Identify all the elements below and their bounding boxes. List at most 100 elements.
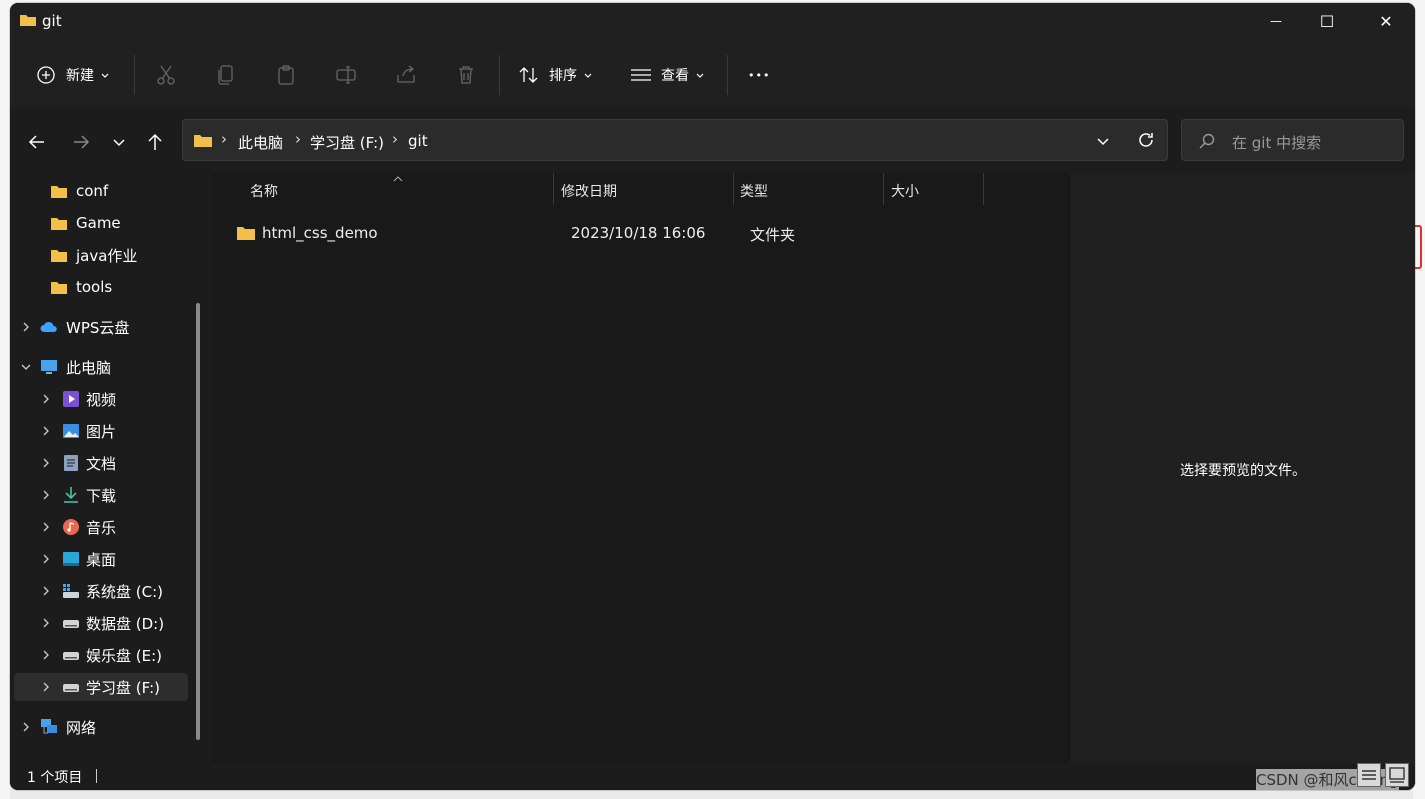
sidebar-item-conf[interactable]: conf: [20, 177, 190, 205]
network-icon: [41, 719, 57, 734]
column-divider[interactable]: [983, 173, 984, 205]
sort-button[interactable]: 排序: [518, 55, 608, 95]
rename-icon[interactable]: [334, 63, 358, 87]
maximize-icon: ☐: [1319, 11, 1335, 31]
monitor-icon: [41, 360, 57, 374]
chevron-right-icon[interactable]: [40, 553, 52, 565]
arrow-up-icon: [148, 133, 162, 150]
sidebar-item-label: 此电脑: [66, 358, 112, 377]
chevron-right-icon[interactable]: [40, 521, 52, 533]
sidebar-item-pictures[interactable]: 图片: [14, 417, 190, 445]
column-header-modified[interactable]: 修改日期: [561, 181, 617, 201]
address-history-icon[interactable]: [1096, 134, 1110, 148]
minimize-button[interactable]: —: [1247, 3, 1305, 39]
breadcrumb-drive-f[interactable]: 学习盘 (F:): [310, 132, 384, 153]
more-options-button[interactable]: •••: [748, 55, 772, 95]
chevron-right-icon[interactable]: [40, 681, 52, 693]
column-header-name[interactable]: 名称: [250, 181, 278, 201]
window-title: git: [42, 12, 62, 30]
paste-icon[interactable]: [274, 63, 298, 87]
video-icon: [63, 391, 79, 407]
background-red-marker: [1415, 225, 1422, 269]
sidebar-item-label: conf: [76, 182, 109, 200]
new-button[interactable]: 新建: [36, 55, 118, 95]
sidebar-item-drive-d[interactable]: 数据盘 (D:): [14, 609, 190, 637]
title-bar[interactable]: git — ☐ ✕: [10, 3, 1415, 41]
sidebar-item-drive-c[interactable]: 系统盘 (C:): [14, 577, 190, 605]
delete-icon[interactable]: [454, 63, 478, 87]
chevron-right-icon[interactable]: [40, 393, 52, 405]
breadcrumb-separator: ›: [221, 130, 227, 148]
sidebar-item-videos[interactable]: 视频: [14, 385, 190, 413]
copy-icon[interactable]: [214, 63, 238, 87]
sidebar-item-network[interactable]: 网络: [14, 713, 190, 741]
forward-button[interactable]: [66, 127, 96, 157]
sidebar-item-label: java作业: [76, 246, 138, 265]
sidebar-item-drive-f[interactable]: 学习盘 (F:): [14, 673, 188, 701]
sidebar-scrollbar[interactable]: [196, 303, 200, 740]
chevron-right-icon[interactable]: [40, 617, 52, 629]
column-divider[interactable]: [553, 173, 554, 205]
sidebar-item-music[interactable]: 音乐: [14, 513, 190, 541]
chevron-right-icon[interactable]: [20, 321, 32, 333]
file-list: 名称 修改日期 类型 大小 html_css_demo 2023/10/18 1…: [212, 173, 1070, 763]
breadcrumb-this-pc[interactable]: 此电脑: [238, 132, 283, 153]
sidebar-item-label: 学习盘 (F:): [86, 678, 160, 697]
view-lines-icon: [631, 69, 651, 81]
chevron-right-icon[interactable]: [40, 425, 52, 437]
column-header-type[interactable]: 类型: [740, 181, 768, 201]
close-icon: ✕: [1379, 11, 1393, 31]
refresh-icon[interactable]: [1137, 131, 1155, 149]
sidebar-item-desktop[interactable]: 桌面: [14, 545, 190, 573]
sidebar-item-label: 图片: [86, 422, 117, 441]
column-header-size[interactable]: 大小: [891, 181, 919, 201]
search-box[interactable]: 在 git 中搜索: [1181, 119, 1404, 161]
share-icon[interactable]: [394, 63, 418, 87]
view-button[interactable]: 查看: [630, 55, 720, 95]
details-view-icon: [1362, 770, 1376, 780]
sidebar-item-label: tools: [76, 278, 113, 296]
preview-message: 选择要预览的文件。: [1180, 463, 1306, 479]
folder-icon: [194, 135, 212, 147]
cut-icon[interactable]: [154, 63, 178, 87]
more-icon: •••: [748, 68, 771, 82]
sidebar-item-downloads[interactable]: 下载: [14, 481, 190, 509]
column-divider[interactable]: [883, 173, 884, 205]
sidebar-item-wps-cloud[interactable]: WPS云盘: [14, 313, 190, 341]
sidebar-item-game[interactable]: Game: [20, 209, 190, 237]
file-type: 文件夹: [750, 226, 796, 244]
chevron-down-icon: [101, 73, 109, 78]
sidebar-item-label: 系统盘 (C:): [86, 582, 163, 601]
details-view-button[interactable]: [1357, 763, 1381, 787]
breadcrumb-git[interactable]: git: [408, 132, 428, 150]
up-button[interactable]: [140, 127, 170, 157]
sidebar-item-this-pc[interactable]: 此电脑: [14, 353, 190, 381]
sidebar-item-java[interactable]: java作业: [20, 241, 190, 269]
back-button[interactable]: [22, 127, 52, 157]
maximize-button[interactable]: ☐: [1298, 3, 1356, 39]
picture-icon: [63, 424, 79, 438]
sidebar-item-documents[interactable]: 文档: [14, 449, 190, 477]
chevron-down-icon[interactable]: [20, 361, 32, 373]
sidebar-item-drive-e[interactable]: 娱乐盘 (E:): [14, 641, 190, 669]
system-drive-icon: [63, 584, 79, 598]
column-divider[interactable]: [733, 173, 734, 205]
sidebar-item-tools[interactable]: tools: [20, 273, 190, 301]
view-button-label: 查看: [661, 68, 689, 84]
chevron-right-icon[interactable]: [20, 721, 32, 733]
chevron-right-icon[interactable]: [40, 457, 52, 469]
recent-locations-button[interactable]: [104, 127, 134, 157]
drive-icon: [63, 652, 79, 660]
drive-icon: [63, 620, 79, 628]
sidebar-item-label: 数据盘 (D:): [86, 614, 165, 633]
chevron-right-icon[interactable]: [40, 585, 52, 597]
status-bar: 1 个项目: [10, 763, 1415, 790]
file-row[interactable]: html_css_demo 2023/10/18 16:06 文件夹: [232, 219, 1032, 247]
tiles-view-button[interactable]: [1385, 763, 1409, 787]
file-name: html_css_demo: [262, 224, 378, 242]
address-bar[interactable]: › 此电脑 › 学习盘 (F:) › git: [182, 119, 1168, 161]
close-button[interactable]: ✕: [1357, 3, 1415, 39]
chevron-right-icon[interactable]: [40, 649, 52, 661]
folder-icon: [237, 227, 255, 240]
chevron-right-icon[interactable]: [40, 489, 52, 501]
